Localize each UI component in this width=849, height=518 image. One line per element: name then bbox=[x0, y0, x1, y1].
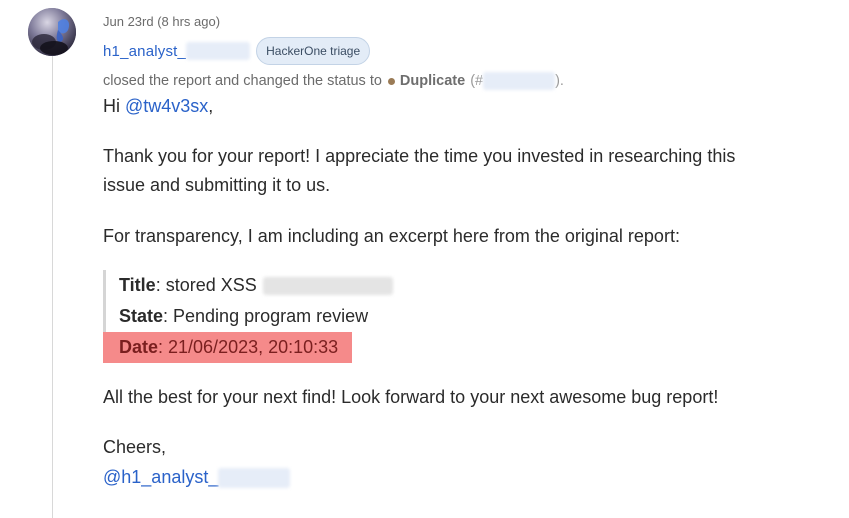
status-suffix: ). bbox=[555, 73, 564, 89]
status-prefix: (# bbox=[470, 73, 484, 89]
quote-block: Title: stored XSS State: Pending program… bbox=[103, 270, 519, 363]
greeting-prefix: Hi bbox=[103, 96, 125, 116]
paragraph-1-line-2: issue and submitting it to us. bbox=[103, 175, 331, 195]
quote-state-key: State bbox=[119, 306, 164, 326]
quote-title-line: Title: stored XSS bbox=[119, 270, 519, 301]
quote-title-key: Title bbox=[119, 275, 156, 295]
paragraph-1-line-1: Thank you for your report! I appreciate … bbox=[103, 146, 736, 166]
redacted-report-id[interactable] bbox=[483, 72, 556, 90]
greeting-mention-link[interactable]: @tw4v3sx bbox=[125, 96, 208, 116]
signature-row: @h1_analyst_ bbox=[103, 463, 291, 492]
author-role-badge: HackerOne triage bbox=[256, 37, 371, 65]
butterfly-icon bbox=[28, 8, 76, 56]
quote-date-value: : 21/06/2023, 20:10:33 bbox=[158, 337, 339, 357]
greeting-suffix: , bbox=[208, 96, 214, 116]
quote-state-value: : Pending program review bbox=[163, 306, 369, 326]
redacted-title-suffix bbox=[262, 276, 393, 295]
redacted-signature-suffix bbox=[218, 467, 291, 488]
quote-date-key: Date bbox=[119, 337, 159, 357]
status-action-text: closed the report and changed the status… bbox=[103, 73, 382, 89]
redacted-author-suffix bbox=[186, 42, 251, 60]
author-link[interactable]: h1_analyst_ bbox=[103, 43, 186, 60]
author-row: h1_analyst_ HackerOne triage bbox=[103, 36, 371, 66]
timeline-line bbox=[52, 56, 53, 518]
closing-line: All the best for your next find! Look fo… bbox=[103, 387, 719, 407]
quote-date-line-highlighted: Date: 21/06/2023, 20:10:33 bbox=[103, 332, 353, 363]
status-dot-icon bbox=[387, 77, 395, 85]
quote-state-line: State: Pending program review bbox=[119, 301, 519, 332]
paragraph-2: For transparency, I am including an exce… bbox=[103, 226, 680, 246]
comment-timestamp: Jun 23rd (8 hrs ago) bbox=[103, 14, 221, 29]
author-avatar[interactable] bbox=[28, 8, 76, 56]
paragraph-1: Thank you for your report! I appreciate … bbox=[103, 142, 735, 200]
signature-mention-link[interactable]: @h1_analyst_ bbox=[103, 463, 218, 492]
signoff: Cheers, bbox=[103, 437, 167, 457]
status-change-line: closed the report and changed the status… bbox=[103, 72, 564, 90]
greeting: Hi @tw4v3sx, bbox=[103, 92, 213, 121]
status-value: Duplicate bbox=[399, 73, 466, 89]
quote-title-value: : stored XSS bbox=[155, 275, 257, 295]
